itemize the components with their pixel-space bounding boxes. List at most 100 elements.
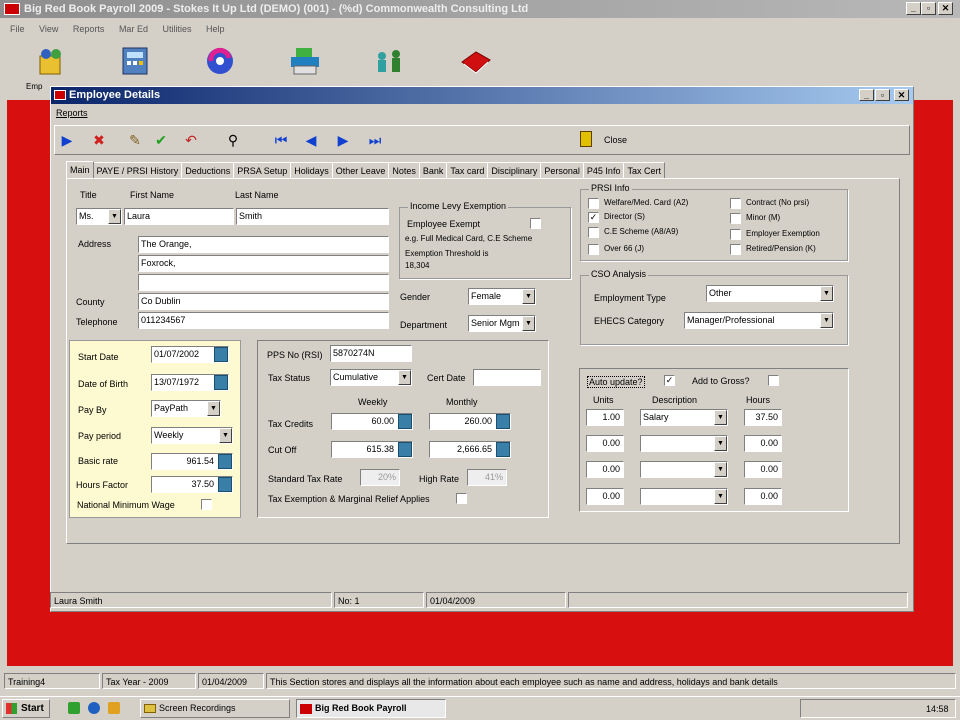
- pay-by-select[interactable]: PayPath ▼: [151, 400, 221, 417]
- minimize-button[interactable]: _: [906, 2, 921, 15]
- task-big-red-book-payroll[interactable]: Big Red Book Payroll: [296, 699, 446, 718]
- ehecs-category-select[interactable]: Manager/Professional ▼: [684, 312, 834, 329]
- menu-utilities[interactable]: Utilities: [162, 24, 191, 34]
- over-66-checkbox[interactable]: [588, 244, 599, 255]
- quicklaunch-icon[interactable]: [108, 702, 120, 714]
- employer-exemption-checkbox[interactable]: [730, 229, 741, 240]
- previous-record-icon[interactable]: ◀: [300, 128, 322, 152]
- gender-select[interactable]: Female ▼: [468, 288, 536, 305]
- calculator-button-icon[interactable]: [218, 454, 232, 469]
- chevron-down-icon[interactable]: ▼: [108, 209, 121, 224]
- pay-period-select[interactable]: Weekly ▼: [151, 427, 233, 444]
- chevron-down-icon[interactable]: ▼: [714, 462, 727, 477]
- employee-close-button[interactable]: ✕: [894, 89, 909, 101]
- calculator-button-icon[interactable]: [398, 442, 412, 457]
- refresh-icon[interactable]: [203, 46, 237, 76]
- menu-mar-ed[interactable]: Mar Ed: [119, 24, 148, 34]
- restore-button[interactable]: ▫: [921, 2, 936, 15]
- chevron-down-icon[interactable]: ▼: [522, 316, 535, 331]
- start-date-field[interactable]: 01/07/2002: [151, 346, 229, 363]
- chevron-down-icon[interactable]: ▼: [714, 410, 727, 425]
- window-menu-reports[interactable]: Reports: [56, 108, 88, 118]
- hours-field-1[interactable]: 37.50: [744, 409, 782, 426]
- tab-personal[interactable]: Personal: [540, 162, 584, 179]
- description-select-1[interactable]: Salary ▼: [640, 409, 728, 426]
- tab-p45-info[interactable]: P45 Info: [582, 162, 625, 179]
- chevron-down-icon[interactable]: ▼: [714, 436, 727, 451]
- tab-prsa-setup[interactable]: PRSA Setup: [233, 162, 292, 179]
- ce-scheme-checkbox[interactable]: [588, 227, 599, 238]
- tab-other-leave[interactable]: Other Leave: [331, 162, 390, 179]
- units-field-1[interactable]: 1.00: [586, 409, 624, 426]
- employee-icon[interactable]: [34, 46, 68, 76]
- date-of-birth-field[interactable]: 13/07/1972: [151, 374, 229, 391]
- red-book-icon[interactable]: [458, 46, 492, 76]
- close-button[interactable]: ✕: [938, 2, 953, 15]
- tab-deductions[interactable]: Deductions: [181, 162, 235, 179]
- menu-view[interactable]: View: [39, 24, 58, 34]
- calculator-button-icon[interactable]: [398, 414, 412, 429]
- hours-field-2[interactable]: 0.00: [744, 435, 782, 452]
- employee-minimize-button[interactable]: _: [859, 89, 874, 101]
- tab-tax-cert[interactable]: Tax Cert: [623, 162, 665, 179]
- hours-field-3[interactable]: 0.00: [744, 461, 782, 478]
- description-select-3[interactable]: ▼: [640, 461, 728, 478]
- add-to-gross-checkbox[interactable]: [768, 375, 779, 386]
- edit-pencil-icon[interactable]: ✎: [124, 128, 146, 152]
- next-record-icon[interactable]: ▶: [332, 128, 354, 152]
- calendar-icon[interactable]: [214, 375, 228, 390]
- minor-checkbox[interactable]: [730, 213, 741, 224]
- units-field-4[interactable]: 0.00: [586, 488, 624, 505]
- chevron-down-icon[interactable]: ▼: [820, 313, 833, 328]
- address-line-2-field[interactable]: Foxrock,: [138, 255, 389, 272]
- department-select[interactable]: Senior Mgm ▼: [468, 315, 536, 332]
- chevron-down-icon[interactable]: ▼: [207, 401, 220, 416]
- tax-credits-monthly-field[interactable]: 260.00: [429, 413, 511, 430]
- delete-icon[interactable]: ✖: [88, 128, 110, 152]
- director-checkbox[interactable]: ✓: [588, 212, 599, 223]
- cut-off-monthly-field[interactable]: 2,666.65: [429, 441, 511, 458]
- national-minimum-wage-checkbox[interactable]: [201, 499, 212, 510]
- tab-paye-prsi-history[interactable]: PAYE / PRSI History: [92, 162, 183, 179]
- contract-checkbox[interactable]: [730, 198, 741, 209]
- units-field-2[interactable]: 0.00: [586, 435, 624, 452]
- tax-exemption-checkbox[interactable]: [456, 493, 467, 504]
- pps-no-field[interactable]: 5870274N: [330, 345, 412, 362]
- quicklaunch-icon[interactable]: [88, 702, 100, 714]
- county-field[interactable]: Co Dublin: [138, 293, 389, 310]
- calculator-button-icon[interactable]: [496, 414, 510, 429]
- welfare-med-card-checkbox[interactable]: [588, 198, 599, 209]
- first-name-field[interactable]: Laura: [124, 208, 234, 225]
- chevron-down-icon[interactable]: ▼: [219, 428, 232, 443]
- employment-type-select[interactable]: Other ▼: [706, 285, 834, 302]
- basic-rate-field[interactable]: 961.54: [151, 453, 233, 470]
- tab-disciplinary[interactable]: Disciplinary: [487, 162, 542, 179]
- chevron-down-icon[interactable]: ▼: [522, 289, 535, 304]
- chevron-down-icon[interactable]: ▼: [820, 286, 833, 301]
- title-select[interactable]: Ms. ▼: [76, 208, 122, 225]
- last-record-icon[interactable]: ⏭: [364, 128, 386, 152]
- first-record-icon[interactable]: ⏮: [270, 128, 292, 152]
- calendar-icon[interactable]: [214, 347, 228, 362]
- chevron-down-icon[interactable]: ▼: [398, 370, 411, 385]
- menu-help[interactable]: Help: [206, 24, 225, 34]
- tax-credits-weekly-field[interactable]: 60.00: [331, 413, 413, 430]
- find-icon[interactable]: ⚲: [222, 128, 244, 152]
- tab-tax-card[interactable]: Tax card: [446, 162, 489, 179]
- play-icon[interactable]: ▶: [56, 128, 78, 152]
- save-check-icon[interactable]: ✔: [150, 128, 172, 152]
- units-field-3[interactable]: 0.00: [586, 461, 624, 478]
- tax-status-select[interactable]: Cumulative ▼: [330, 369, 412, 386]
- quicklaunch-icon[interactable]: [68, 702, 80, 714]
- tab-notes[interactable]: Notes: [388, 162, 420, 179]
- address-line-3-field[interactable]: [138, 274, 389, 291]
- tab-bank[interactable]: Bank: [418, 162, 448, 179]
- calculator-icon[interactable]: [118, 46, 152, 76]
- people-icon[interactable]: [372, 46, 406, 76]
- chevron-down-icon[interactable]: ▼: [714, 489, 727, 504]
- last-name-field[interactable]: Smith: [236, 208, 389, 225]
- menu-reports[interactable]: Reports: [73, 24, 105, 34]
- undo-icon[interactable]: ↶: [180, 128, 202, 152]
- description-select-4[interactable]: ▼: [640, 488, 728, 505]
- task-screen-recordings[interactable]: Screen Recordings: [140, 699, 290, 718]
